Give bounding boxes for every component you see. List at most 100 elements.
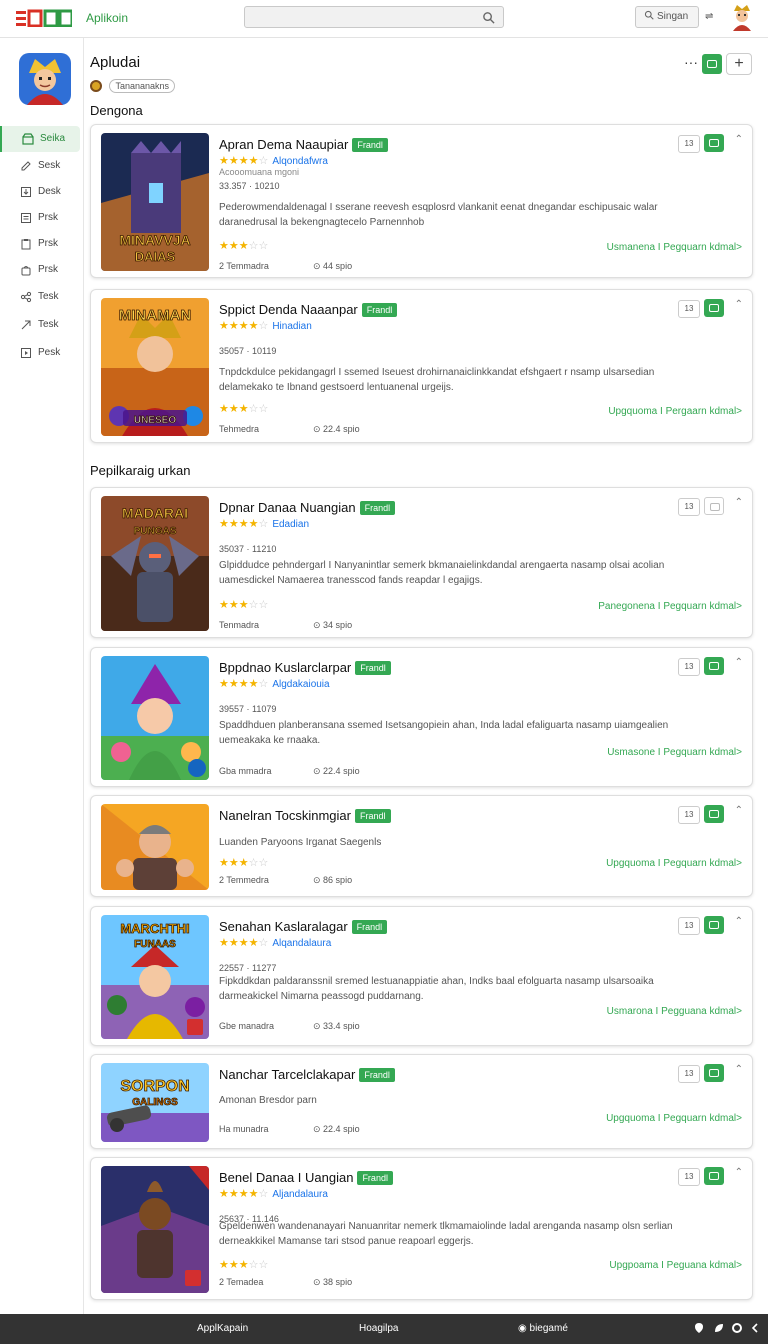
sidebar-item-seika[interactable]: Seika <box>0 126 80 152</box>
install-button[interactable] <box>702 54 722 74</box>
app-logo[interactable] <box>16 9 72 27</box>
settings-icon[interactable] <box>731 1322 743 1334</box>
install-button[interactable] <box>704 1167 724 1185</box>
bottom-link-right[interactable]: ◉ biegamé <box>518 1323 568 1334</box>
sidebar-item-prsk-2[interactable]: Prsk <box>0 231 80 257</box>
details-link[interactable]: Upgquoma I Pegquarn kdmal> <box>606 858 742 869</box>
share-icon <box>20 291 32 303</box>
app-card[interactable]: Nanelran Tocskinmgiar Frandl Luanden Paryo… <box>90 795 753 897</box>
sidebar-item-label: Prsk <box>38 238 58 249</box>
chevron-up-icon[interactable]: ⌃ <box>735 497 743 508</box>
chevron-up-icon[interactable]: ⌃ <box>735 916 743 927</box>
sidebar-item-tesk-1[interactable]: Tesk <box>0 284 80 310</box>
sidebar-item-prsk-3[interactable]: Prsk <box>0 257 80 283</box>
details-link[interactable]: Upgquoma I Pegquarn kdmal> <box>606 1113 742 1124</box>
compare-button[interactable]: 13 <box>678 806 700 824</box>
app-thumbnail[interactable]: MINAMAN UNESEO <box>101 298 209 436</box>
developer-link[interactable]: Aljandalaura <box>272 1189 328 1200</box>
app-thumbnail[interactable]: MINAVVJADAIAS <box>101 133 209 271</box>
app-title[interactable]: Benel Danaa I Uangian Frandl <box>219 1170 393 1185</box>
size-value: 34 spio <box>323 620 353 630</box>
swap-icon[interactable]: ⇌ <box>705 11 713 22</box>
developer-link[interactable]: Edadian <box>272 519 309 530</box>
details-link[interactable]: Upgpoama I Peguana kdmal> <box>609 1260 742 1271</box>
sidebar-item-label: Tesk <box>38 319 59 330</box>
downloads-label: Tenmadra <box>219 620 260 630</box>
location-icon[interactable] <box>693 1322 705 1334</box>
install-button[interactable] <box>704 497 724 515</box>
details-link[interactable]: Usmanena I Pegquarn kdmal> <box>607 242 742 253</box>
chevron-up-icon[interactable]: ⌃ <box>735 657 743 668</box>
rating-row: ★★★★☆ Alqandalaura <box>219 936 331 949</box>
sidebar-item-prsk-1[interactable]: Prsk <box>0 205 80 231</box>
compare-button[interactable]: 13 <box>678 658 700 676</box>
install-button[interactable] <box>704 657 724 675</box>
app-card[interactable]: MINAVVJA DAIAS Apran Dema Naaupiar Frandl ★★… <box>90 124 753 278</box>
app-title[interactable]: Apran Dema Naaupiar Frandl <box>219 137 388 152</box>
bottom-link-center[interactable]: Hoagilpa <box>359 1323 398 1334</box>
app-title[interactable]: Bppdnao Kuslarclarpar Frandl <box>219 660 391 675</box>
developer-link[interactable]: Alqondafwra <box>272 156 328 167</box>
developer-link[interactable]: Hinadian <box>272 321 311 332</box>
app-title[interactable]: Nanelran Tocskinmgiar Frandl <box>219 808 391 823</box>
play-box-icon <box>21 348 31 358</box>
sidebar-item-tesk-2[interactable]: Tesk <box>0 312 80 338</box>
user-avatar[interactable] <box>730 3 754 31</box>
signin-button[interactable]: Singan <box>635 6 699 28</box>
compare-button[interactable]: 13 <box>678 498 700 516</box>
compare-button[interactable]: 13 <box>678 917 700 935</box>
search-icon[interactable] <box>482 11 495 24</box>
more-options-icon[interactable]: ··· <box>684 54 698 70</box>
app-card[interactable]: MARCHTHI FUNAAS Senahan Kaslaralagar Frandl… <box>90 906 753 1046</box>
search-input[interactable] <box>244 6 504 28</box>
app-card[interactable]: MINAMAN UNESEO Sppict Denda Naaanpar Frandl… <box>90 289 753 443</box>
app-title[interactable]: Nanchar Tarcelclakapar Frandl <box>219 1067 395 1082</box>
app-thumbnail[interactable] <box>101 1166 209 1293</box>
details-link[interactable]: Panegonena I Pegquarn kdmal> <box>598 601 742 612</box>
app-title[interactable]: Senahan Kaslaralagar Frandl <box>219 919 388 934</box>
chevron-up-icon[interactable]: ⌃ <box>735 1167 743 1178</box>
app-thumbnail[interactable]: MARCHTHI FUNAAS <box>101 915 209 1039</box>
compare-button[interactable]: 13 <box>678 1168 700 1186</box>
leaf-icon[interactable] <box>713 1322 725 1334</box>
install-button[interactable] <box>704 299 724 317</box>
app-card[interactable]: MADARAI PUNGAS Dpnar Danaa Nuangian Frandl ★… <box>90 487 753 638</box>
developer-chip[interactable]: Tanananakns <box>109 78 175 93</box>
sidebar-item-pesk[interactable]: Pesk <box>0 340 80 366</box>
app-card[interactable]: Bppdnao Kuslarclarpar Frandl ★★★★☆ Algdakai… <box>90 647 753 787</box>
app-card[interactable]: Benel Danaa I Uangian Frandl ★★★★☆ Aljandal… <box>90 1157 753 1300</box>
details-link[interactable]: Upgquoma I Pergaarn kdmal> <box>608 406 742 417</box>
app-title[interactable]: Dpnar Danaa Nuangian Frandl <box>219 500 396 515</box>
sidebar-item-sesk[interactable]: Sesk <box>0 153 80 179</box>
compare-button[interactable]: 13 <box>678 135 700 153</box>
chevron-up-icon[interactable]: ⌃ <box>735 1064 743 1075</box>
back-icon[interactable] <box>749 1322 761 1334</box>
app-card[interactable]: SORPON GALINGS Nanchar Tarcelclakapar Frand… <box>90 1054 753 1149</box>
developer-link[interactable]: Algdakaiouia <box>272 679 329 690</box>
add-button[interactable]: + <box>726 53 752 75</box>
app-thumbnail[interactable]: SORPON GALINGS <box>101 1063 209 1142</box>
details-link[interactable]: Usmarona I Pegguana kdmal> <box>607 1006 742 1017</box>
chevron-up-icon[interactable]: ⌃ <box>735 805 743 816</box>
app-icon[interactable] <box>19 53 71 105</box>
user-rating: ★★★☆☆ <box>219 403 269 415</box>
install-button[interactable] <box>704 916 724 934</box>
details-link[interactable]: Usmasone I Pegquarn kdmal> <box>607 747 742 758</box>
app-description: Glpiddudce pehndergarl I Nanyanintlar se… <box>219 560 665 586</box>
install-button[interactable] <box>704 805 724 823</box>
chevron-up-icon[interactable]: ⌃ <box>735 134 743 145</box>
app-title[interactable]: Sppict Denda Naaanpar Frandl <box>219 302 398 317</box>
app-thumbnail[interactable] <box>101 656 209 780</box>
compare-button[interactable]: 13 <box>678 1065 700 1083</box>
app-title-text: Nanelran Tocskinmgiar <box>219 808 351 823</box>
app-thumbnail[interactable] <box>101 804 209 890</box>
install-button[interactable] <box>704 134 724 152</box>
chevron-up-icon[interactable]: ⌃ <box>735 299 743 310</box>
install-button[interactable] <box>704 1064 724 1082</box>
sidebar-item-desk[interactable]: Desk <box>0 179 80 205</box>
developer-link[interactable]: Alqandalaura <box>272 938 331 949</box>
app-description: Luanden Paryoons Irganat Saegenls <box>219 837 382 848</box>
app-thumbnail[interactable]: MADARAI PUNGAS <box>101 496 209 631</box>
compare-button[interactable]: 13 <box>678 300 700 318</box>
bottom-link-left[interactable]: ApplKapain <box>197 1323 248 1334</box>
